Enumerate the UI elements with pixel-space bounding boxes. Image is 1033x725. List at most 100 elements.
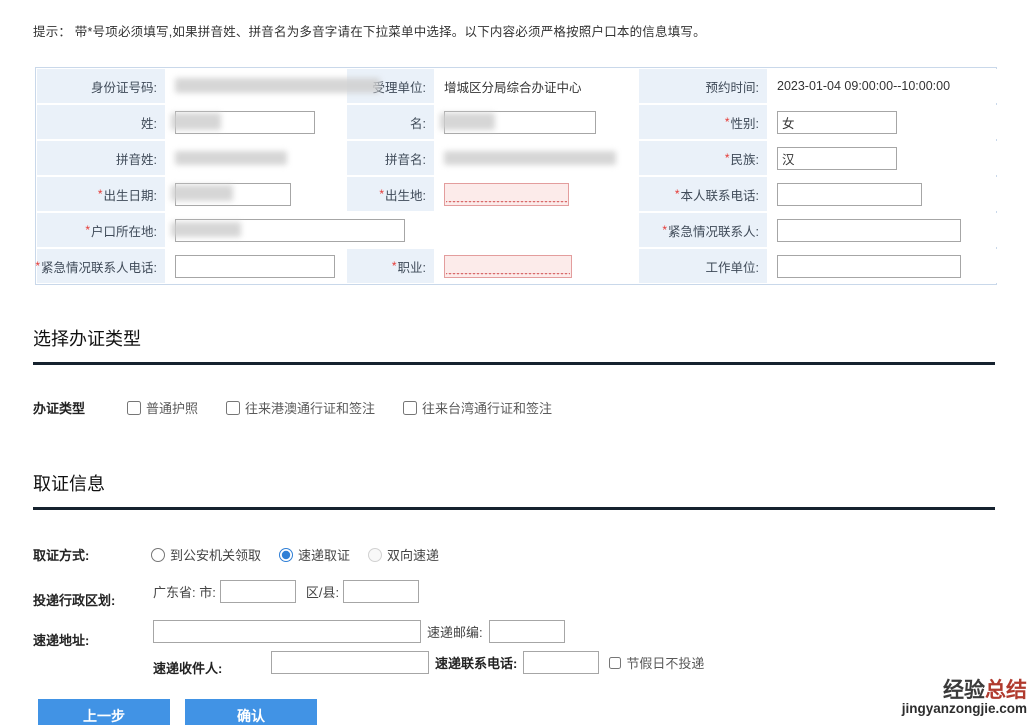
required-star: * bbox=[662, 223, 667, 237]
watermark-domain: jingyanzongjie.com bbox=[902, 702, 1027, 716]
field-label: 预约时间: bbox=[706, 77, 759, 96]
recipient-label: 速递收件人: bbox=[153, 658, 222, 677]
pickup-method-row: 取证方式: 到公安机关领取 速递取证 双向速递 bbox=[33, 545, 439, 564]
gender-label: *性别: bbox=[639, 105, 767, 139]
taiwan-checkbox[interactable] bbox=[403, 401, 417, 415]
section-divider bbox=[33, 507, 995, 510]
watermark-title: 经验总结 bbox=[902, 680, 1027, 702]
emergency-contact-phone-input[interactable] bbox=[175, 255, 335, 278]
hk-macau-checkbox[interactable] bbox=[226, 401, 240, 415]
checkbox-label: 普通护照 bbox=[146, 398, 198, 417]
field-label: 身份证号码: bbox=[91, 77, 157, 96]
field-label: 出生地: bbox=[385, 185, 426, 204]
required-star: * bbox=[379, 187, 384, 201]
household-location-label: *户口所在地: bbox=[37, 213, 165, 247]
previous-step-button[interactable]: 上一步 bbox=[38, 699, 170, 725]
household-location-cell bbox=[167, 213, 637, 247]
work-unit-input[interactable] bbox=[777, 255, 961, 278]
field-label: 本人联系电话: bbox=[681, 185, 759, 204]
emergency-contact-cell bbox=[769, 213, 999, 247]
no-holiday-delivery-checkbox[interactable] bbox=[609, 657, 621, 669]
birth-place-input[interactable] bbox=[444, 183, 569, 206]
radio-label: 双向速递 bbox=[387, 545, 439, 564]
ethnicity-cell bbox=[769, 141, 999, 175]
passport-checkbox[interactable] bbox=[127, 401, 141, 415]
watermark-title-dark: 经验 bbox=[943, 679, 985, 702]
recipient-phone-label: 速递联系电话: bbox=[435, 653, 517, 672]
occupation-input[interactable] bbox=[444, 255, 572, 278]
cert-type-option-passport[interactable]: 普通护照 bbox=[127, 398, 198, 417]
field-label: 拼音姓: bbox=[116, 149, 157, 168]
field-label: 拼音名: bbox=[385, 149, 426, 168]
province-city-text: 广东省: 市: bbox=[153, 582, 216, 601]
pinyin-given-name-value bbox=[436, 141, 637, 175]
express-radio[interactable] bbox=[279, 548, 293, 562]
field-value: 2023-01-04 09:00:00--10:00:00 bbox=[777, 79, 950, 93]
required-star: * bbox=[85, 223, 90, 237]
pinyin-given-name-label: 拼音名: bbox=[347, 141, 434, 175]
two-way-express-radio[interactable] bbox=[368, 548, 382, 562]
birth-place-label: *出生地: bbox=[347, 177, 434, 211]
birth-date-label: *出生日期: bbox=[37, 177, 165, 211]
cert-type-option-taiwan[interactable]: 往来台湾通行证和签注 bbox=[403, 398, 552, 417]
cert-type-section-header: 选择办证类型 bbox=[33, 325, 995, 365]
cert-type-row: 办证类型 普通护照 往来港澳通行证和签注 往来台湾通行证和签注 bbox=[33, 398, 552, 417]
pickup-option-two-way-express[interactable]: 双向速递 bbox=[368, 545, 439, 564]
express-address-input[interactable] bbox=[153, 620, 421, 643]
zip-input[interactable] bbox=[489, 620, 565, 643]
id-number-value bbox=[167, 69, 345, 103]
redacted-value bbox=[440, 113, 495, 130]
no-holiday-delivery-option[interactable]: 节假日不投递 bbox=[609, 653, 704, 672]
zip-label: 速递邮编: bbox=[427, 622, 483, 641]
occupation-cell bbox=[436, 249, 637, 283]
appointment-time-value: 2023-01-04 09:00:00--10:00:00 bbox=[769, 69, 999, 103]
field-label: 性别: bbox=[731, 113, 759, 132]
recipient-input[interactable] bbox=[271, 651, 429, 674]
pinyin-surname-label: 拼音姓: bbox=[37, 141, 165, 175]
recipient-phone-input[interactable] bbox=[523, 651, 599, 674]
work-unit-cell bbox=[769, 249, 999, 283]
section-title: 选择办证类型 bbox=[33, 325, 995, 362]
id-number-label: 身份证号码: bbox=[37, 69, 165, 103]
radio-label: 到公安机关领取 bbox=[170, 545, 261, 564]
required-star: * bbox=[725, 115, 730, 129]
field-label: 紧急情况联系人电话: bbox=[41, 257, 157, 276]
cert-type-option-hk-macau[interactable]: 往来港澳通行证和签注 bbox=[226, 398, 375, 417]
redacted-value bbox=[444, 151, 616, 165]
emergency-contact-phone-cell bbox=[167, 249, 345, 283]
emergency-contact-input[interactable] bbox=[777, 219, 961, 242]
gender-input[interactable] bbox=[777, 111, 897, 134]
site-watermark: 经验总结 jingyanzongjie.com bbox=[902, 680, 1027, 716]
cert-type-row-label: 办证类型 bbox=[33, 398, 85, 417]
personal-phone-input[interactable] bbox=[777, 183, 922, 206]
section-title: 取证信息 bbox=[33, 470, 995, 507]
field-label: 姓: bbox=[141, 113, 157, 132]
field-label: 紧急情况联系人: bbox=[668, 221, 759, 240]
birth-place-cell bbox=[436, 177, 637, 211]
application-form-page: 提示： 带*号项必须填写,如果拼音姓、拼音名为多音字请在下拉菜单中选择。以下内容… bbox=[0, 0, 1033, 725]
field-value: 增城区分局综合办证中心 bbox=[444, 77, 582, 96]
express-address-row: 速递邮编: bbox=[153, 620, 565, 643]
applicant-info-table: 身份证号码: 受理单位: 增城区分局综合办证中心 预约时间: 2023-01-0… bbox=[35, 67, 997, 285]
surname-cell bbox=[167, 105, 345, 139]
checkbox-label: 往来台湾通行证和签注 bbox=[422, 398, 552, 417]
ethnicity-input[interactable] bbox=[777, 147, 897, 170]
gender-cell bbox=[769, 105, 999, 139]
personal-phone-cell bbox=[769, 177, 999, 211]
given-name-cell bbox=[436, 105, 637, 139]
required-star: * bbox=[725, 151, 730, 165]
delivery-district-row: 广东省: 市: 区/县: bbox=[153, 580, 419, 603]
accept-unit-value: 增城区分局综合办证中心 bbox=[436, 69, 637, 103]
confirm-button[interactable]: 确认 bbox=[185, 699, 317, 725]
county-input[interactable] bbox=[343, 580, 419, 603]
field-label: 出生日期: bbox=[104, 185, 157, 204]
pickup-option-police-station[interactable]: 到公安机关领取 bbox=[151, 545, 261, 564]
ethnicity-label: *民族: bbox=[639, 141, 767, 175]
form-tip-text: 提示： 带*号项必须填写,如果拼音姓、拼音名为多音字请在下拉菜单中选择。以下内容… bbox=[33, 21, 706, 40]
police-station-radio[interactable] bbox=[151, 548, 165, 562]
city-input[interactable] bbox=[220, 580, 296, 603]
birth-date-cell bbox=[167, 177, 345, 211]
pickup-option-express[interactable]: 速递取证 bbox=[279, 545, 350, 564]
emergency-contact-phone-label: *紧急情况联系人电话: bbox=[37, 249, 165, 283]
redacted-value bbox=[171, 222, 241, 237]
